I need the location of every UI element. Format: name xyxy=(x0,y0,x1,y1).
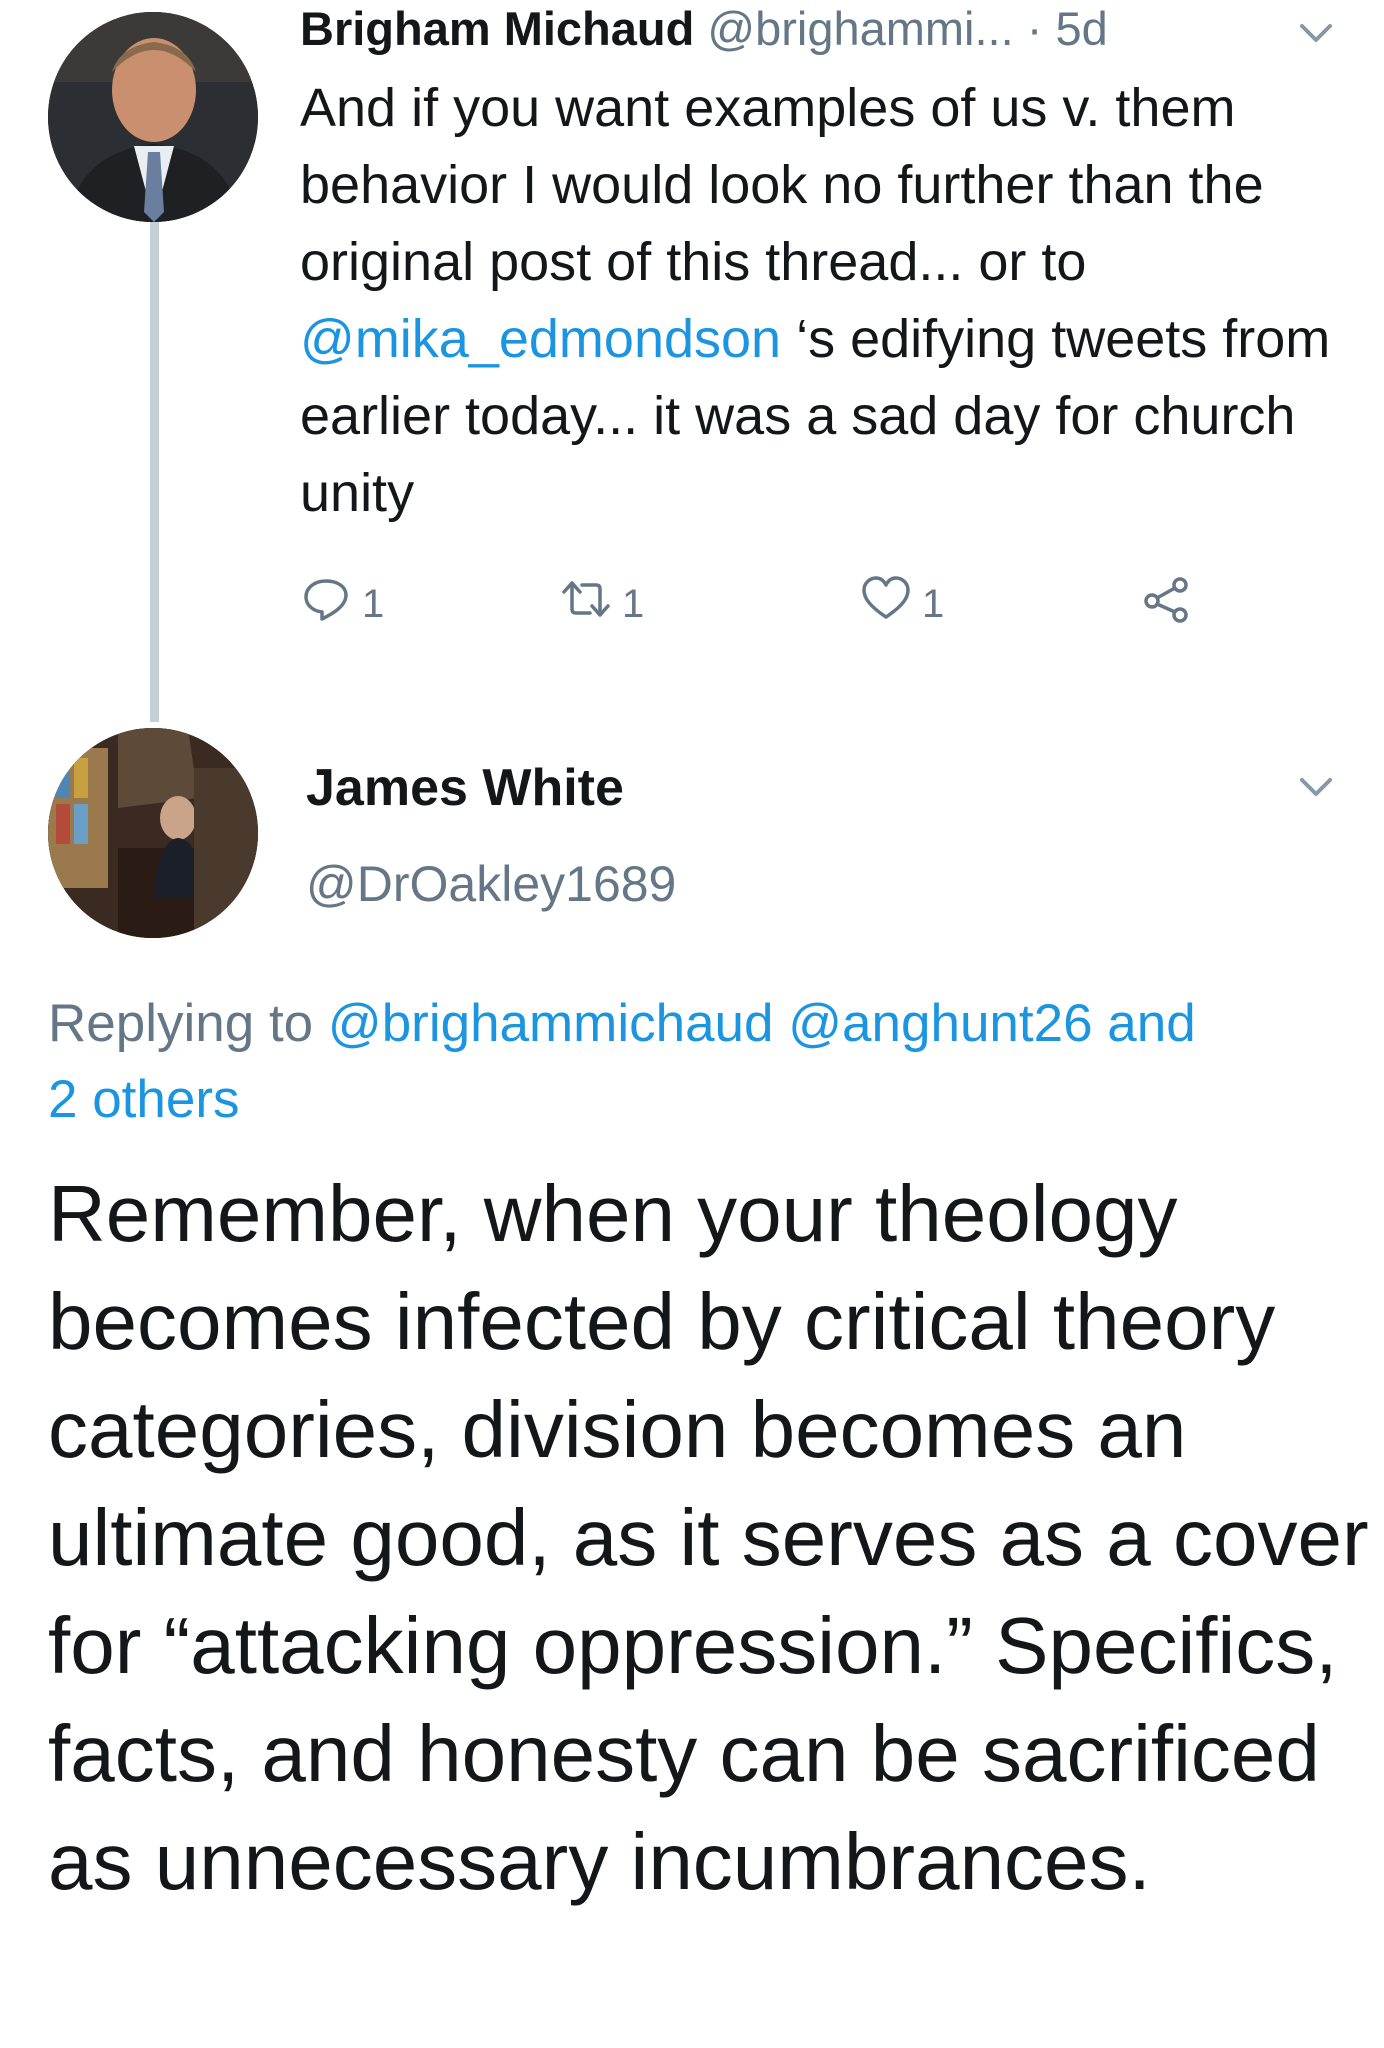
mention-link[interactable]: @mika_edmondson xyxy=(300,309,781,369)
main-tweet-text: Remember, when your theology becomes inf… xyxy=(48,1169,1369,1906)
reply-mention-link[interactable]: @brighammichaud xyxy=(328,994,774,1053)
separator-dot: · xyxy=(1026,2,1043,55)
reply-count: 1 xyxy=(362,581,385,626)
share-button[interactable] xyxy=(1140,572,1192,636)
retweet-count: 1 xyxy=(622,581,645,626)
reply-mention-link[interactable]: @anghunt26 xyxy=(788,994,1092,1053)
user-handle[interactable]: @brighammi... xyxy=(707,2,1013,55)
reply-tweet-text: And if you want examples of us v. them b… xyxy=(300,70,1350,532)
chevron-down-icon[interactable] xyxy=(1292,8,1340,56)
heart-icon xyxy=(860,573,912,635)
reply-mention-joiner[interactable]: and xyxy=(1093,994,1195,1053)
display-name[interactable]: Brigham Michaud xyxy=(300,2,694,55)
reply-tweet[interactable]: Brigham Michaud @brighammi... · 5d And i… xyxy=(0,0,1384,722)
retweet-button[interactable]: 1 xyxy=(560,572,644,636)
main-display-name[interactable]: James White xyxy=(306,756,624,820)
reply-icon xyxy=(300,573,352,635)
thread-connector-line xyxy=(150,222,159,722)
reply-button[interactable]: 1 xyxy=(300,572,384,636)
replying-to-line: Replying to @brighammichaud @anghunt26 a… xyxy=(48,986,1368,1138)
like-count: 1 xyxy=(922,581,945,626)
replying-prefix: Replying to xyxy=(48,994,328,1053)
share-icon xyxy=(1140,573,1192,635)
reply-tweet-header: Brigham Michaud @brighammi... · 5d xyxy=(300,0,1300,58)
retweet-icon xyxy=(560,573,612,635)
avatar-james-white[interactable] xyxy=(48,728,258,938)
main-user-handle[interactable]: @DrOakley1689 xyxy=(306,852,676,916)
tweet-actions: 1 1 1 xyxy=(300,572,1240,636)
like-button[interactable]: 1 xyxy=(860,572,944,636)
tweet-text-part: And if you want examples of us v. them b… xyxy=(300,78,1264,292)
chevron-down-icon[interactable] xyxy=(1292,762,1340,810)
avatar-brigham-michaud[interactable] xyxy=(48,12,258,222)
timestamp[interactable]: 5d xyxy=(1055,2,1107,55)
reply-others-link[interactable]: 2 others xyxy=(48,1070,240,1129)
